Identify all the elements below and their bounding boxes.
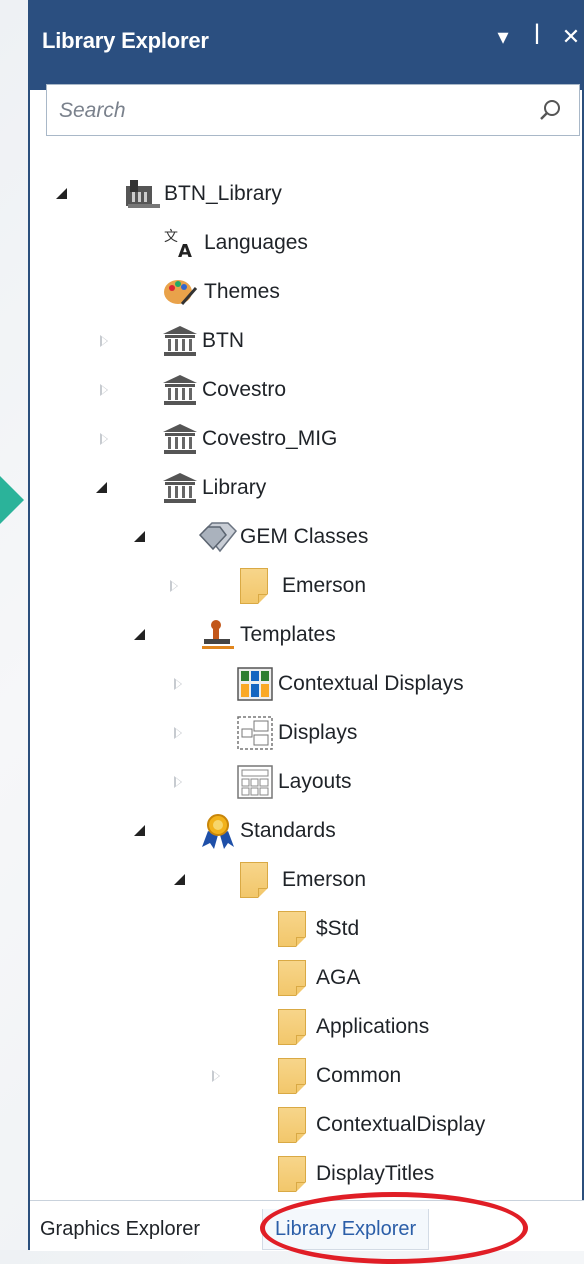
tree-node-btn[interactable]: BTN bbox=[100, 321, 244, 361]
tree-node-label: Library bbox=[202, 476, 267, 499]
expand-closed-icon[interactable] bbox=[212, 1070, 226, 1084]
tab-library-explorer[interactable]: Library Explorer bbox=[262, 1209, 430, 1250]
tree-node-label: $Std bbox=[316, 917, 360, 940]
tree-node-displays[interactable]: Displays bbox=[174, 713, 357, 753]
bottom-tab-strip: Graphics Explorer Library Explorer bbox=[30, 1200, 584, 1251]
panel-title: Library Explorer bbox=[42, 28, 209, 53]
tree-node-themes[interactable]: Themes bbox=[162, 272, 280, 312]
tree-node-templates[interactable]: Templates bbox=[134, 615, 336, 655]
expand-closed-icon[interactable] bbox=[174, 776, 188, 790]
museum-icon bbox=[160, 470, 200, 506]
expand-open-icon[interactable] bbox=[134, 531, 148, 545]
tree-node-label: GEM Classes bbox=[240, 525, 369, 548]
svg-text:A: A bbox=[178, 241, 192, 261]
folder-icon bbox=[278, 911, 314, 947]
tree-node-label: ContextualDisplay bbox=[316, 1113, 486, 1136]
svg-text:文: 文 bbox=[164, 229, 178, 245]
tree-node-label: Covestro bbox=[202, 378, 287, 401]
pin-icon[interactable]: ꟾ bbox=[526, 24, 548, 50]
search-input[interactable] bbox=[57, 95, 521, 127]
expand-closed-icon[interactable] bbox=[100, 433, 114, 447]
folder-icon bbox=[278, 1156, 314, 1192]
titlebar-controls: ▾ ꟾ ✕ bbox=[492, 24, 582, 50]
tree-node-label: Common bbox=[316, 1064, 402, 1087]
expand-closed-icon[interactable] bbox=[100, 335, 114, 349]
tree-node-contextual-displays[interactable]: Contextual Displays bbox=[174, 664, 464, 704]
expand-open-icon[interactable] bbox=[56, 188, 70, 202]
folder-icon bbox=[240, 862, 280, 898]
expand-open-icon[interactable] bbox=[134, 629, 148, 643]
museum-icon bbox=[160, 372, 200, 408]
tree-node-label: DisplayTitles bbox=[316, 1162, 435, 1185]
expand-closed-icon[interactable] bbox=[174, 678, 188, 692]
tree-node-layouts[interactable]: Layouts bbox=[174, 762, 352, 802]
tree-node-label: Covestro_MIG bbox=[202, 427, 338, 450]
contextual-displays-icon bbox=[236, 666, 276, 702]
tree-node-label: Standards bbox=[240, 819, 336, 842]
tree-node-btn-library[interactable]: BTN_Library bbox=[56, 174, 282, 214]
panel-titlebar: Library Explorer ▾ ꟾ ✕ bbox=[30, 0, 582, 90]
library-building-icon bbox=[122, 176, 162, 212]
expand-closed-icon[interactable] bbox=[170, 580, 184, 594]
tree-node-library[interactable]: Library bbox=[96, 468, 266, 508]
tree-node-covestro-mig[interactable]: Covestro_MIG bbox=[100, 419, 337, 459]
search-icon[interactable] bbox=[537, 97, 563, 123]
folder-icon bbox=[278, 1009, 314, 1045]
tree-node-label: Emerson bbox=[282, 574, 367, 597]
tree-node-applications[interactable]: Applications bbox=[278, 1007, 429, 1047]
folder-icon bbox=[278, 1107, 314, 1143]
tree-node-covestro[interactable]: Covestro bbox=[100, 370, 286, 410]
tree-node-gem-classes[interactable]: GEM Classes bbox=[134, 517, 368, 557]
museum-icon bbox=[160, 421, 200, 457]
expand-closed-icon[interactable] bbox=[174, 727, 188, 741]
tree-node-label: Emerson bbox=[282, 868, 367, 891]
tree-node-label: Contextual Displays bbox=[278, 672, 464, 695]
stamp-icon bbox=[198, 617, 238, 653]
tree-node-common[interactable]: Common bbox=[212, 1056, 401, 1096]
tree-node-gem-emerson[interactable]: Emerson bbox=[170, 566, 366, 606]
tree-node-label: Themes bbox=[204, 280, 280, 303]
tree-node-standards-emerson[interactable]: Emerson bbox=[174, 860, 366, 900]
dropdown-icon[interactable]: ▾ bbox=[492, 24, 514, 50]
tree-node-label: BTN_Library bbox=[164, 182, 282, 205]
gem-icon bbox=[198, 519, 238, 555]
palette-icon bbox=[162, 274, 202, 310]
tree-node-label: Displays bbox=[278, 721, 358, 744]
layouts-icon bbox=[236, 764, 276, 800]
library-explorer-panel: Library Explorer ▾ ꟾ ✕ BTN_Library 文A bbox=[28, 0, 584, 1264]
tree-node-languages[interactable]: 文A Languages bbox=[162, 223, 308, 263]
tree-node-label: BTN bbox=[202, 329, 244, 352]
tree-node-std[interactable]: $Std bbox=[278, 909, 359, 949]
tree-node-standards[interactable]: Standards bbox=[134, 811, 336, 851]
award-icon bbox=[198, 813, 238, 849]
folder-icon bbox=[278, 960, 314, 996]
expand-open-icon[interactable] bbox=[174, 874, 188, 888]
search-box bbox=[46, 84, 580, 136]
displays-icon bbox=[236, 715, 276, 751]
tree-node-displaytitles[interactable]: DisplayTitles bbox=[278, 1154, 434, 1194]
close-icon[interactable]: ✕ bbox=[560, 24, 582, 50]
tree-node-label: Languages bbox=[204, 231, 308, 254]
expand-closed-icon[interactable] bbox=[100, 384, 114, 398]
expand-open-icon[interactable] bbox=[134, 825, 148, 839]
tree-node-label: Applications bbox=[316, 1015, 430, 1038]
museum-icon bbox=[160, 323, 200, 359]
tree-node-label: AGA bbox=[316, 966, 361, 989]
folder-icon bbox=[240, 568, 280, 604]
tree-node-label: Layouts bbox=[278, 770, 352, 793]
expand-open-icon[interactable] bbox=[96, 482, 110, 496]
tab-graphics-explorer[interactable]: Graphics Explorer bbox=[40, 1209, 200, 1249]
tree-node-contextualdisplay[interactable]: ContextualDisplay bbox=[278, 1105, 485, 1145]
tree-node-aga[interactable]: AGA bbox=[278, 958, 360, 998]
pointer-arrow-marker bbox=[0, 476, 24, 524]
languages-icon: 文A bbox=[162, 225, 202, 262]
tree-node-label: Templates bbox=[240, 623, 336, 646]
folder-icon bbox=[278, 1058, 314, 1094]
